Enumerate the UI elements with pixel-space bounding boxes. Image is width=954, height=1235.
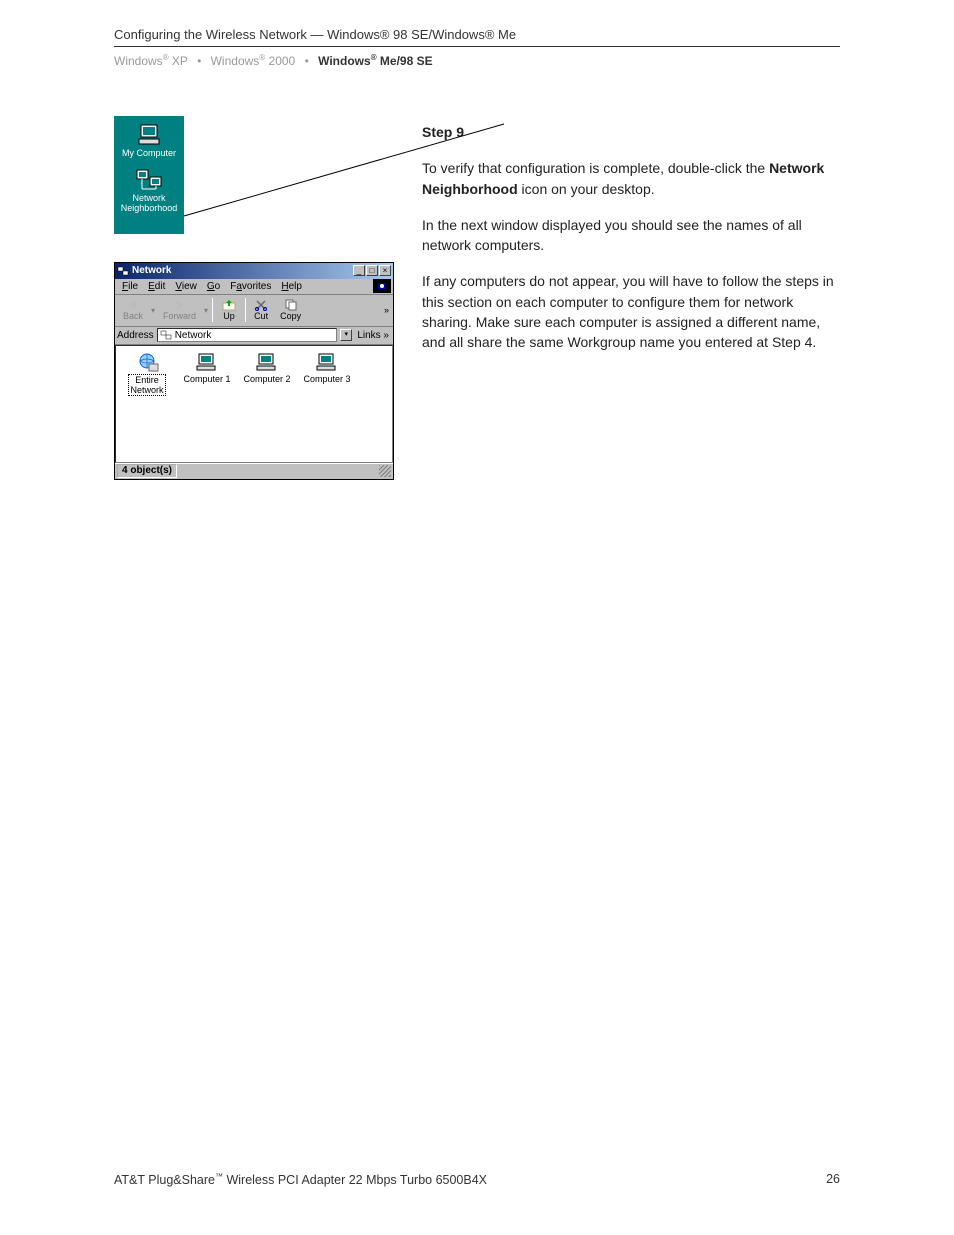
resize-grip-icon[interactable] (379, 465, 391, 477)
window-title: Network (132, 265, 353, 276)
entire-network-label: EntireNetwork (128, 374, 165, 396)
up-button[interactable]: Up (215, 299, 243, 321)
computer-1-label: Computer 1 (182, 374, 232, 384)
folder-up-icon (221, 299, 237, 311)
computer-icon (196, 352, 218, 372)
cut-button[interactable]: Cut (248, 299, 274, 321)
statusbar: 4 object(s) (115, 463, 393, 479)
address-label: Address (117, 330, 154, 341)
bc-item-me98: Windows® Me/98 SE (318, 54, 433, 68)
throbber-icon (373, 279, 391, 293)
computer-3-item[interactable]: Computer 3 (302, 352, 352, 384)
entire-network-item[interactable]: EntireNetwork (122, 352, 172, 396)
address-dropdown-button[interactable]: ▾ (340, 329, 352, 341)
menu-favorites[interactable]: Favorites (225, 280, 276, 293)
computer-icon (137, 124, 161, 146)
maximize-button[interactable]: □ (366, 265, 378, 276)
scissors-icon (254, 299, 268, 311)
paragraph-1: To verify that configuration is complete… (422, 158, 840, 199)
desktop-snippet: My Computer NetworkNeighborhood (114, 116, 184, 234)
network-title-icon (117, 265, 129, 277)
computer-2-item[interactable]: Computer 2 (242, 352, 292, 384)
page-number: 26 (826, 1172, 840, 1187)
toolbar-separator (245, 298, 246, 322)
globe-network-icon (135, 352, 159, 372)
breadcrumb: Windows® XP • Windows® 2000 • Windows® M… (114, 53, 840, 68)
my-computer-label: My Computer (118, 149, 180, 159)
links-button[interactable]: Links » (355, 330, 391, 341)
toolbar: Back ▾ Forward ▾ Up (115, 295, 393, 327)
paragraph-3: If any computers do not appear, you will… (422, 271, 840, 352)
menu-edit[interactable]: Edit (143, 280, 170, 293)
titlebar[interactable]: Network _ □ × (115, 263, 393, 279)
copy-button[interactable]: Copy (274, 299, 307, 321)
network-neighborhood-icon[interactable]: NetworkNeighborhood (118, 169, 180, 214)
network-window: Network _ □ × File Edit View Go Favorite… (114, 262, 394, 480)
menu-go[interactable]: Go (202, 280, 225, 293)
close-button[interactable]: × (379, 265, 391, 276)
my-computer-icon[interactable]: My Computer (118, 124, 180, 159)
address-value: Network (175, 330, 212, 341)
copy-icon (284, 299, 298, 311)
network-icon (136, 169, 162, 191)
address-input[interactable]: Network (157, 328, 338, 342)
callout-line (184, 160, 502, 161)
menu-file[interactable]: File (117, 280, 143, 293)
computer-icon (316, 352, 338, 372)
bc-item-2000: Windows® 2000 (211, 54, 296, 68)
back-button[interactable]: Back (117, 299, 149, 321)
bc-item-xp: Windows® XP (114, 54, 188, 68)
computer-3-label: Computer 3 (302, 374, 352, 384)
menu-help[interactable]: Help (276, 280, 307, 293)
back-arrow-icon (126, 299, 140, 311)
forward-button[interactable]: Forward (157, 299, 202, 321)
menu-view[interactable]: View (170, 280, 202, 293)
instruction-text: Step 9 To verify that configuration is c… (422, 116, 840, 480)
toolbar-more-icon[interactable]: » (384, 305, 391, 315)
minimize-button[interactable]: _ (353, 265, 365, 276)
network-neighborhood-label: NetworkNeighborhood (118, 194, 180, 214)
addressbar: Address Network ▾ Links » (115, 327, 393, 345)
address-network-icon (160, 330, 172, 340)
computer-icon (256, 352, 278, 372)
menubar: File Edit View Go Favorites Help (115, 279, 393, 295)
back-dropdown-icon[interactable]: ▾ (149, 306, 157, 315)
page-footer: AT&T Plug&Share™ Wireless PCI Adapter 22… (114, 1172, 840, 1187)
forward-dropdown-icon[interactable]: ▾ (202, 306, 210, 315)
forward-arrow-icon (173, 299, 187, 311)
footer-product: AT&T Plug&Share™ Wireless PCI Adapter 22… (114, 1172, 487, 1187)
bc-sep: • (197, 54, 201, 68)
computer-1-item[interactable]: Computer 1 (182, 352, 232, 384)
computer-2-label: Computer 2 (242, 374, 292, 384)
bc-sep: • (305, 54, 309, 68)
status-text: 4 object(s) (117, 464, 177, 478)
paragraph-2: In the next window displayed you should … (422, 215, 840, 256)
page-header: Configuring the Wireless Network — Windo… (114, 27, 840, 47)
client-area: EntireNetwork Computer 1 Computer 2 Comp… (115, 345, 393, 463)
toolbar-separator (212, 298, 213, 322)
